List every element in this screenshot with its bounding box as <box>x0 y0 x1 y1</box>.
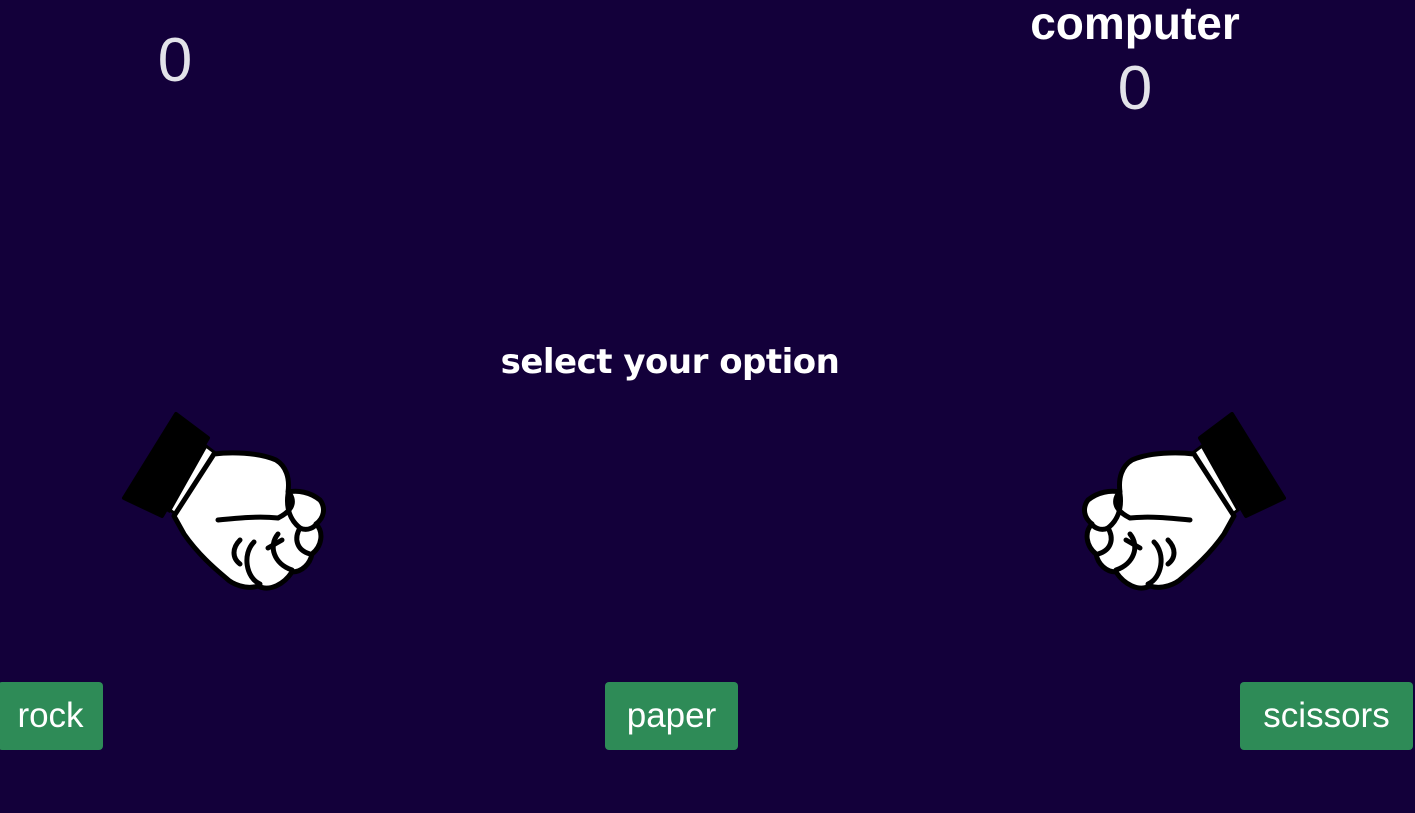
computer-scoreboard: computer 0 <box>1010 0 1260 120</box>
select-prompt: select your option <box>500 342 840 382</box>
player-score: 0 <box>157 26 193 95</box>
scissors-button[interactable]: scissors <box>1240 682 1413 750</box>
paper-button[interactable]: paper <box>605 682 738 750</box>
computer-fist-icon <box>1080 408 1290 598</box>
player-fist-icon <box>118 408 328 598</box>
game-stage: 0 computer 0 select your option rock pap… <box>0 0 1415 813</box>
computer-label: computer <box>1030 0 1240 49</box>
computer-score: 0 <box>1117 54 1153 123</box>
rock-button[interactable]: rock <box>0 682 103 750</box>
